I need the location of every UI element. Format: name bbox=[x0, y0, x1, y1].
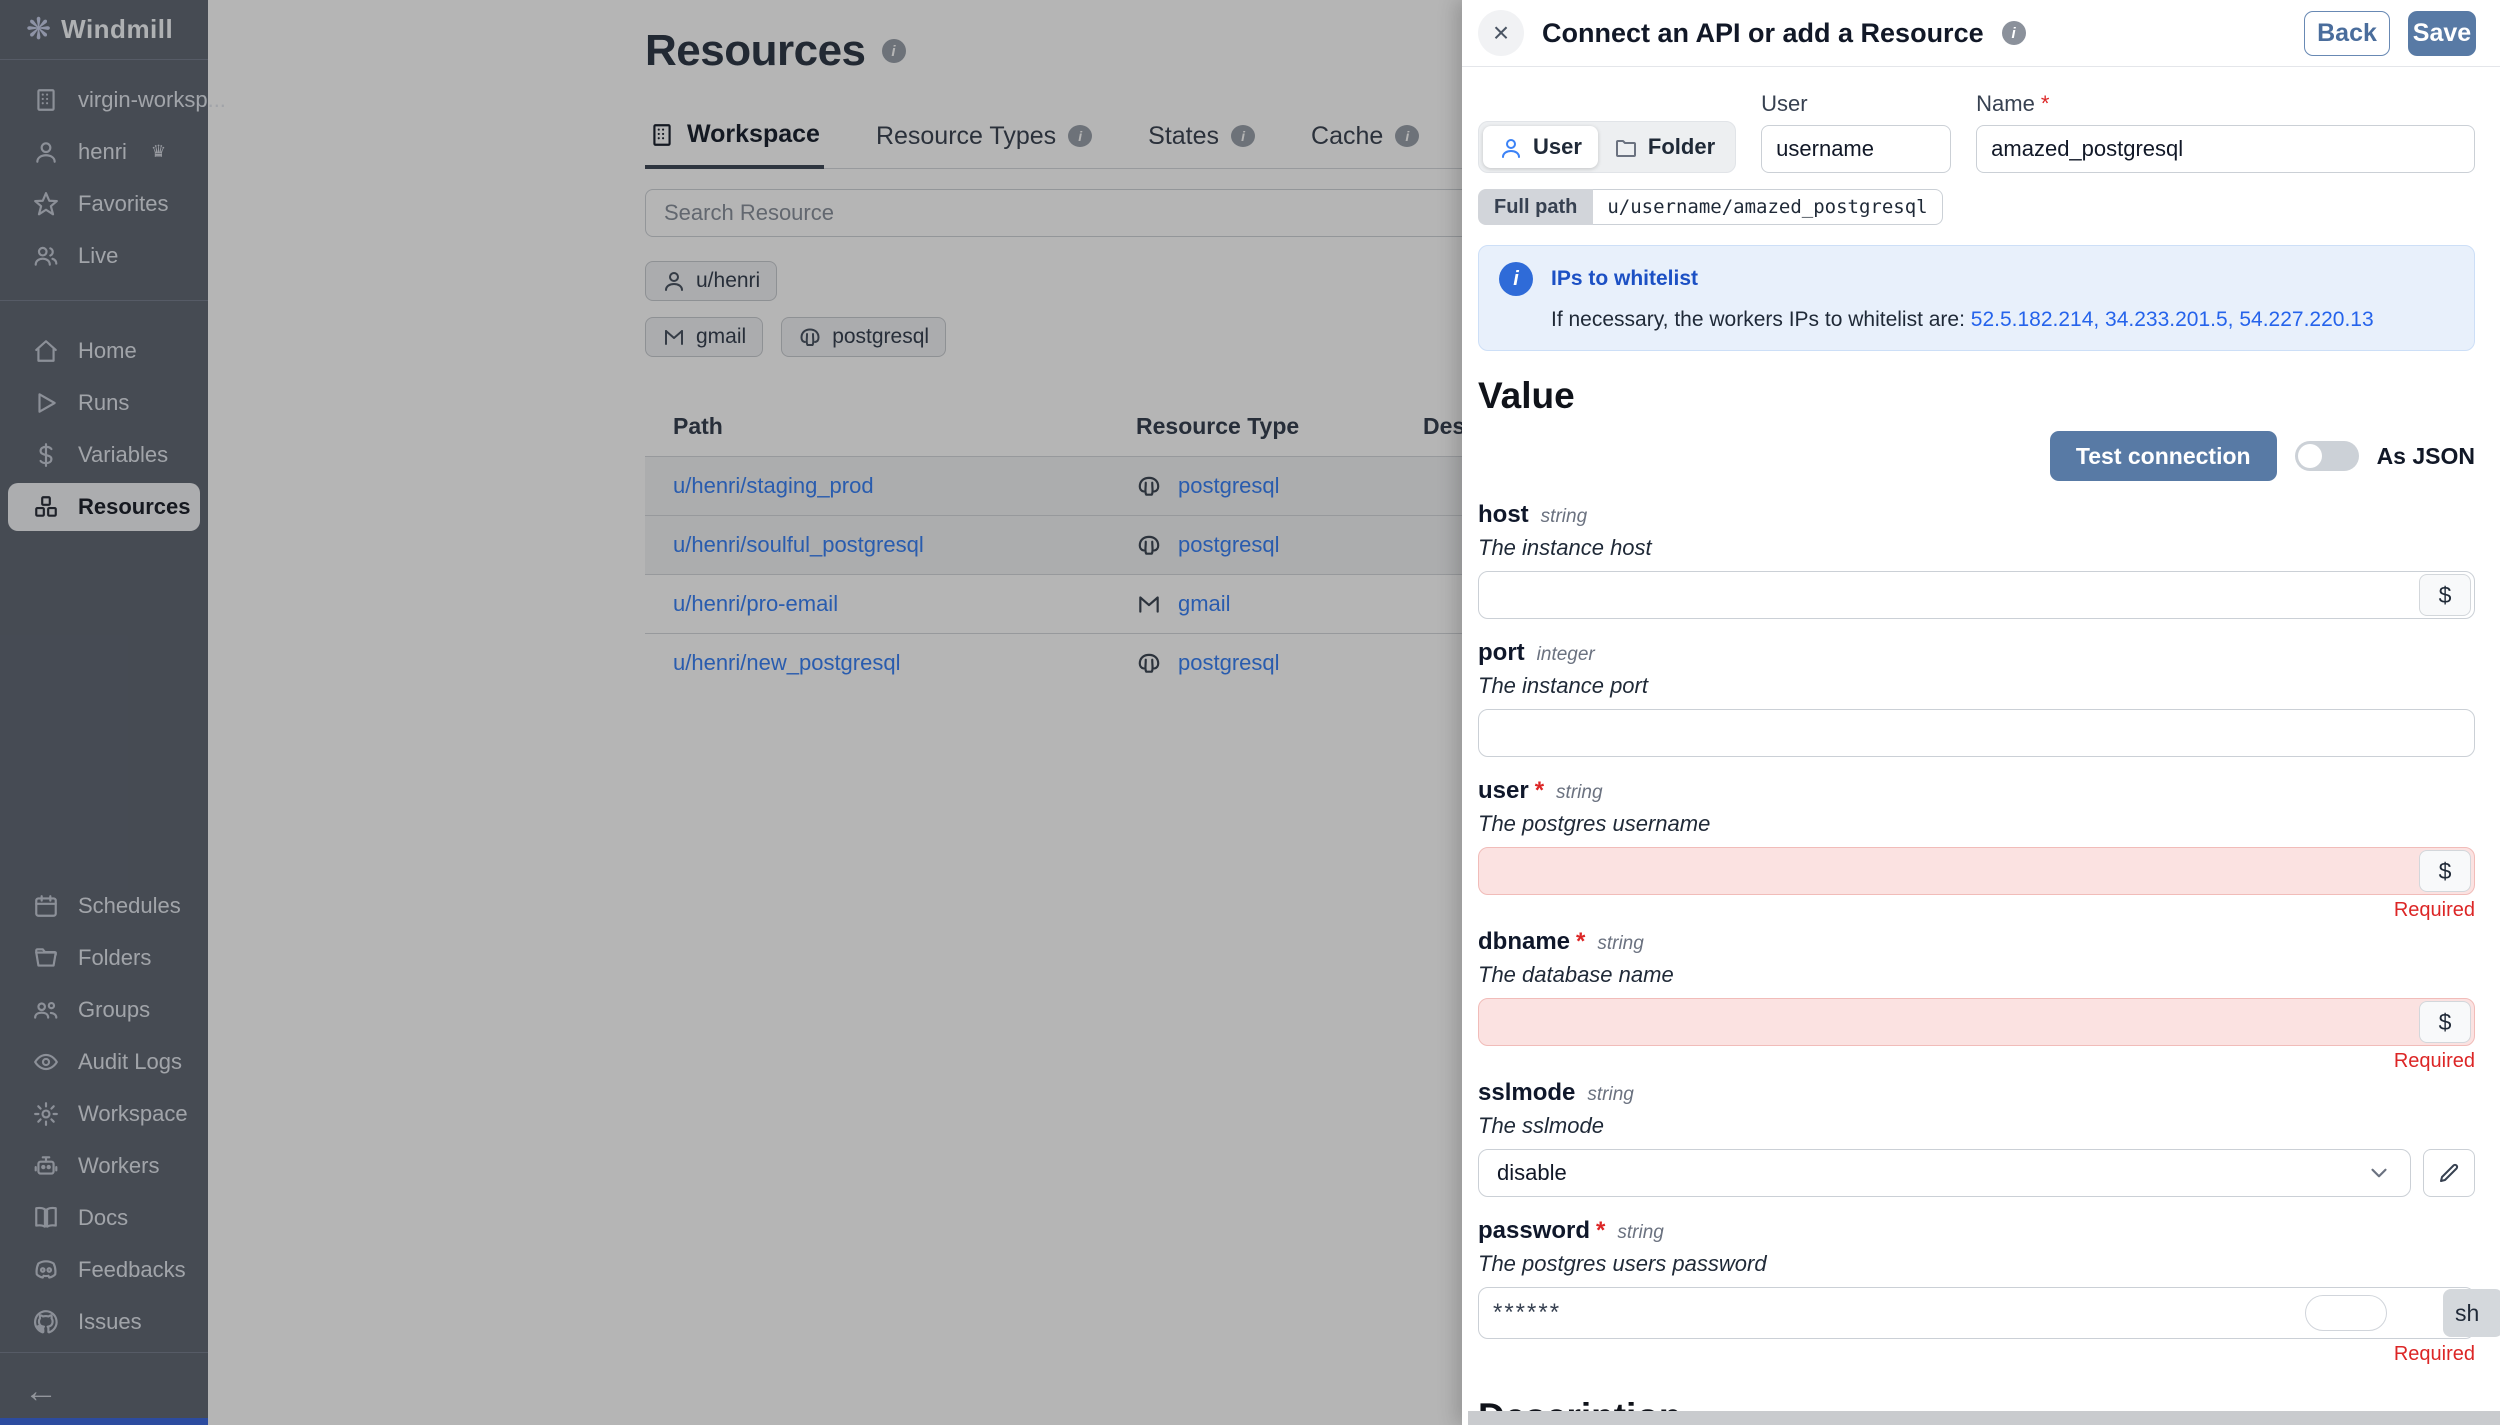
drawer-body: User Folder User Name* bbox=[1462, 67, 2500, 1425]
sslmode-select[interactable]: disable bbox=[1478, 1149, 2411, 1197]
required-label: Required bbox=[2393, 899, 2475, 921]
field-type: string bbox=[1556, 782, 1603, 803]
save-button[interactable]: Save bbox=[2408, 10, 2476, 56]
required-asterisk: * bbox=[1596, 1217, 1606, 1244]
field-name: host bbox=[1478, 501, 1529, 528]
horizontal-scrollbar[interactable] bbox=[1468, 1411, 2500, 1425]
field-type: string bbox=[1617, 1222, 1664, 1243]
field-dbname: dbname * string The database name $ Requi… bbox=[1478, 928, 2475, 1073]
field-description: The instance host bbox=[1478, 535, 1652, 560]
user-field-label: User bbox=[1761, 91, 1808, 116]
info-icon bbox=[1499, 262, 1533, 296]
owner-kind-toggle: User Folder bbox=[1478, 121, 1737, 173]
folder-icon bbox=[1614, 135, 1638, 159]
user-input[interactable] bbox=[1478, 847, 2475, 895]
drawer-header: Connect an API or add a Resource Back Sa… bbox=[1462, 0, 2500, 67]
whitelist-ips[interactable]: 52.5.182.214, 34.233.201.5, 54.227.220.1… bbox=[1971, 308, 2374, 331]
pencil-icon bbox=[2440, 1163, 2459, 1182]
field-sslmode: sslmode string The sslmode disable bbox=[1478, 1079, 2475, 1197]
field-description: The database name bbox=[1478, 962, 1674, 987]
password-inline-box bbox=[2305, 1295, 2387, 1331]
drawer-title: Connect an API or add a Resource bbox=[1542, 17, 1984, 48]
infobox-title: IPs to whitelist bbox=[1551, 267, 1699, 290]
field-type: string bbox=[1597, 933, 1644, 954]
full-path-value: u/username/amazed_postgresql bbox=[1593, 189, 1943, 225]
infobox-body: If necessary, the workers IPs to whiteli… bbox=[1551, 308, 2374, 331]
field-description: The sslmode bbox=[1478, 1113, 1604, 1138]
resource-drawer: Connect an API or add a Resource Back Sa… bbox=[1462, 0, 2500, 1425]
field-user: user * string The postgres username $ Req… bbox=[1478, 777, 2475, 922]
field-host: host string The instance host $ bbox=[1478, 501, 2475, 619]
field-type: integer bbox=[1536, 644, 1595, 665]
test-connection-button[interactable]: Test connection bbox=[2049, 431, 2277, 481]
host-input[interactable] bbox=[1478, 571, 2475, 619]
drawer-backdrop[interactable] bbox=[0, 0, 1462, 1425]
port-input[interactable] bbox=[1478, 709, 2475, 757]
value-heading: Value bbox=[1478, 375, 1575, 416]
show-password-button[interactable]: sh bbox=[2443, 1289, 2500, 1337]
field-password: password * string The postgres users pass… bbox=[1478, 1217, 2500, 1366]
required-asterisk: * bbox=[1576, 928, 1586, 955]
info-icon[interactable] bbox=[2001, 21, 2026, 45]
resource-name-input[interactable] bbox=[1976, 125, 2475, 173]
insert-variable-button[interactable]: $ bbox=[2419, 850, 2471, 892]
insert-variable-button[interactable]: $ bbox=[2419, 574, 2471, 616]
field-type: string bbox=[1587, 1084, 1634, 1105]
sslmode-selected-value: disable bbox=[1497, 1160, 1567, 1185]
full-path-badge: Full path bbox=[1478, 189, 1594, 225]
as-json-label: As JSON bbox=[2376, 442, 2475, 469]
edit-raw-button[interactable] bbox=[2423, 1149, 2475, 1197]
field-description: The postgres username bbox=[1478, 811, 1711, 836]
field-name: sslmode bbox=[1478, 1079, 1576, 1106]
required-label: Required bbox=[2393, 1050, 2475, 1072]
windmill-app: ❋ Windmill virgin-worksp... henri ♛ Favo… bbox=[0, 0, 2500, 1425]
owner-kind-user-button[interactable]: User bbox=[1483, 126, 1598, 168]
required-asterisk: * bbox=[1534, 777, 1545, 804]
owner-kind-folder-label: Folder bbox=[1647, 134, 1716, 159]
owner-kind-folder-button[interactable]: Folder bbox=[1598, 126, 1731, 168]
field-description: The postgres users password bbox=[1478, 1251, 1767, 1276]
required-asterisk: * bbox=[2040, 91, 2050, 116]
owner-username-input[interactable] bbox=[1761, 125, 1952, 173]
dbname-input[interactable] bbox=[1478, 998, 2475, 1046]
field-description: The instance port bbox=[1478, 673, 1648, 698]
close-icon[interactable] bbox=[1478, 10, 1524, 56]
insert-variable-button[interactable]: $ bbox=[2419, 1001, 2471, 1043]
field-name: password * bbox=[1478, 1217, 1606, 1244]
person-icon bbox=[1499, 135, 1523, 159]
chevron-down-icon bbox=[2371, 1168, 2387, 1178]
back-button[interactable]: Back bbox=[2304, 10, 2390, 56]
as-json-toggle[interactable] bbox=[2294, 441, 2359, 471]
ips-whitelist-infobox: IPs to whitelist If necessary, the worke… bbox=[1478, 245, 2475, 351]
owner-kind-user-label: User bbox=[1533, 134, 1582, 159]
field-name: user * bbox=[1478, 777, 1545, 804]
required-label: Required bbox=[2393, 1343, 2475, 1365]
field-type: string bbox=[1540, 506, 1588, 527]
name-field-label: Name * bbox=[1976, 91, 2050, 116]
field-port: port integer The instance port bbox=[1478, 639, 2475, 757]
field-name: dbname * bbox=[1478, 928, 1586, 955]
field-name: port bbox=[1478, 639, 1525, 666]
